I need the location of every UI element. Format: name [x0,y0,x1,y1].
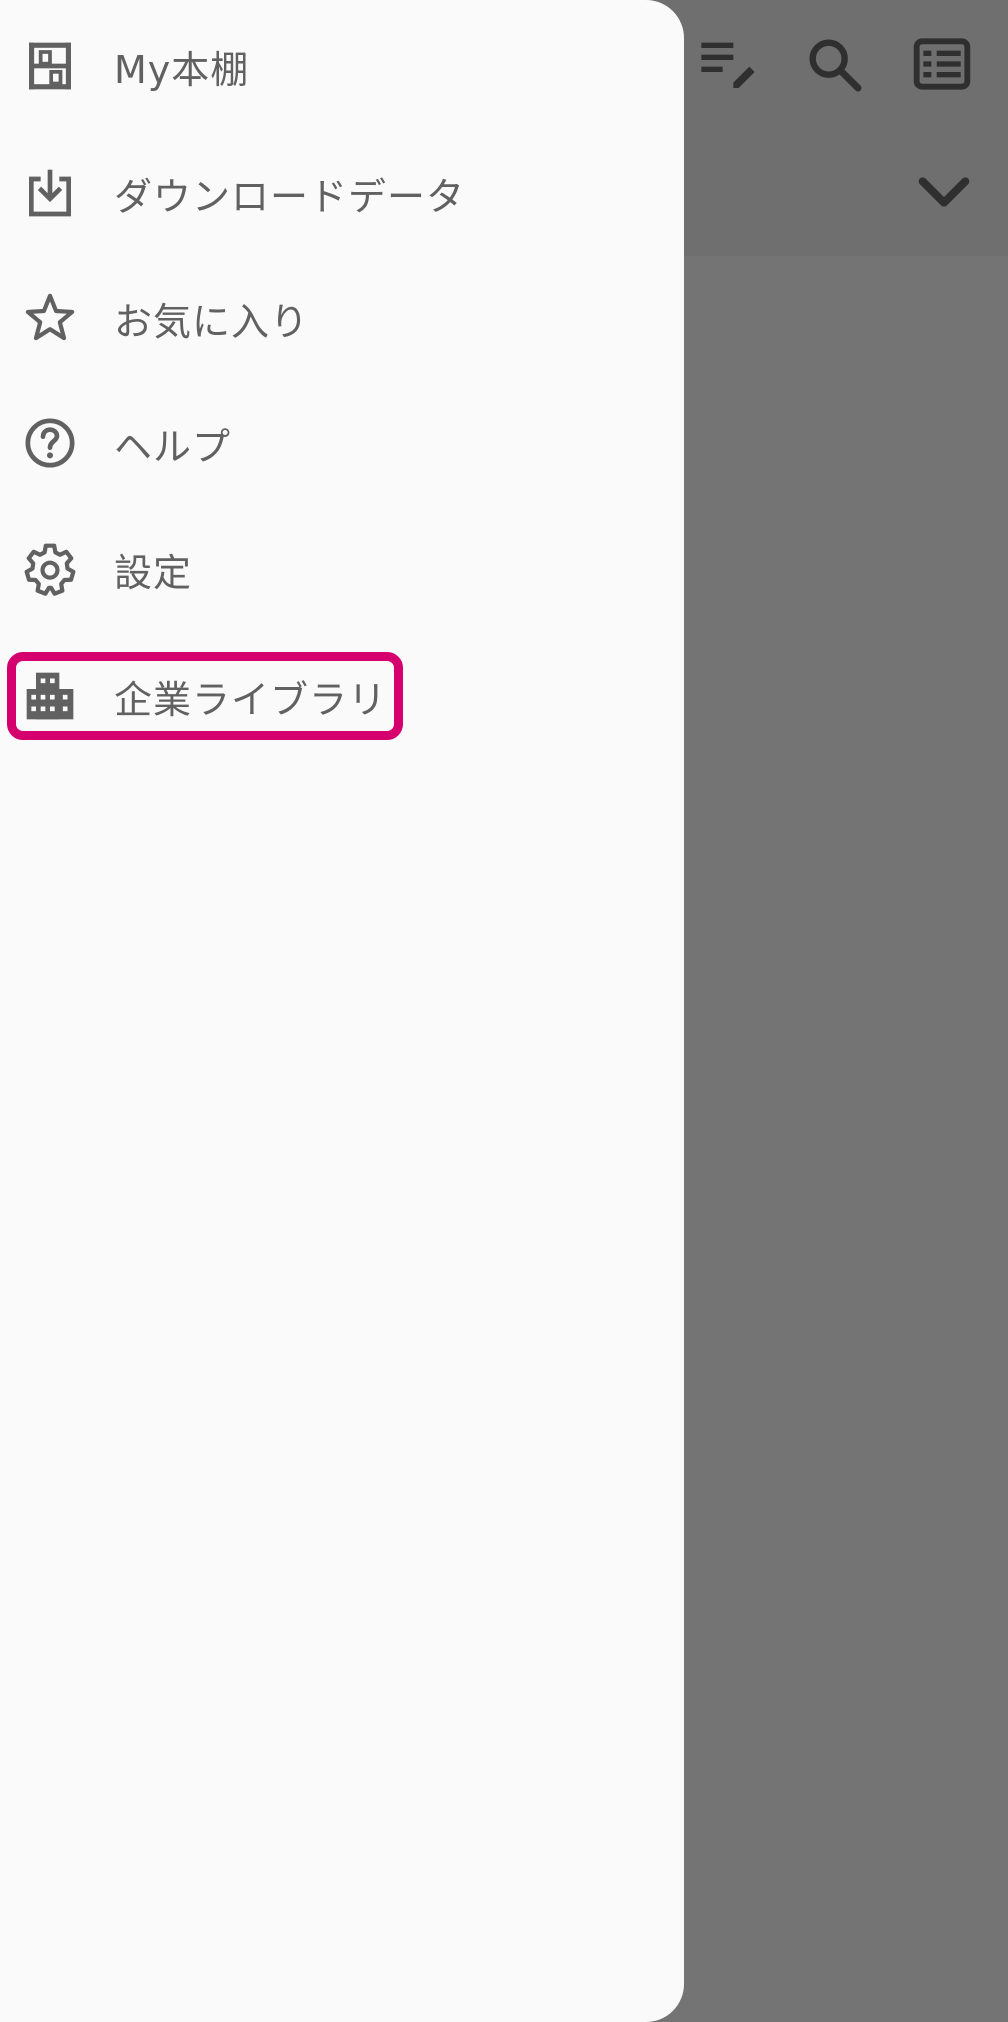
drawer-item-help[interactable]: ヘルプ [0,380,684,506]
drawer-item-my-bookshelf[interactable]: My本棚 [0,3,684,129]
star-icon [22,290,78,346]
drawer-item-corporate-library[interactable]: 企業ライブラリ [0,633,684,759]
download-icon [22,165,78,221]
search-icon[interactable] [802,32,866,96]
chevron-down-icon[interactable] [912,160,976,224]
list-view-icon[interactable] [910,32,974,96]
drawer-item-settings[interactable]: 設定 [0,506,684,632]
building-icon [22,668,78,724]
drawer-item-label: 設定 [114,550,193,595]
drawer-item-download-data[interactable]: ダウンロードデータ [0,130,684,256]
help-icon [22,415,78,471]
drawer-item-label: お気に入り [114,299,310,344]
drawer-item-favorites[interactable]: お気に入り [0,255,684,381]
drawer-item-label: ヘルプ [114,424,232,469]
navigation-drawer: My本棚 ダウンロードデータ お気に入り ヘルプ 設定 企業ライブラリ [0,0,684,2022]
drawer-item-label: ダウンロードデータ [114,174,466,219]
bookshelf-icon [22,38,78,94]
gear-icon [22,541,78,597]
edit-list-icon[interactable] [696,32,760,96]
drawer-item-label: My本棚 [114,47,250,92]
drawer-item-label: 企業ライブラリ [114,677,388,722]
